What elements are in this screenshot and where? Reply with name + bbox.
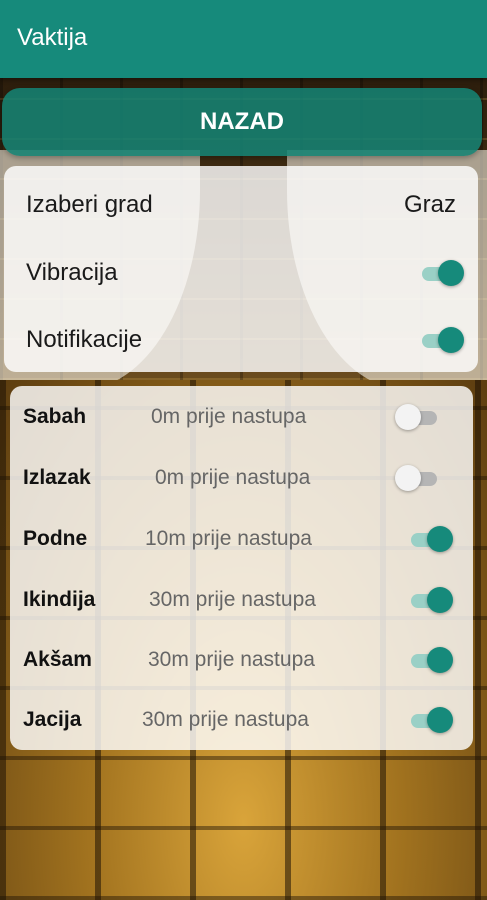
prayer-name: Akšam (23, 648, 92, 671)
prayer-switch-sabah[interactable] (395, 403, 439, 431)
prayer-name: Podne (23, 527, 88, 550)
prayer-name: Sabah (23, 405, 87, 428)
prayer-name: Izlazak (23, 466, 91, 489)
city-label: Izaberi grad (26, 191, 153, 218)
notifications-label: Notifikacije (26, 326, 143, 353)
city-value[interactable]: Graz (404, 191, 456, 219)
vibration-switch[interactable] (420, 259, 464, 287)
app-title: Vaktija (17, 24, 88, 51)
prayer-switch-izlazak[interactable] (395, 464, 439, 492)
prayer-switch-podne[interactable] (409, 525, 453, 553)
prayer-times-card: Sabah 0m prije nastupa Izlazak 0m prije … (10, 386, 473, 750)
prayer-reminder: 30m prije nastupa (142, 708, 309, 731)
prayer-switch-jacija[interactable] (409, 706, 453, 734)
prayer-reminder: 0m prije nastupa (155, 466, 311, 489)
prayer-row-sabah: Sabah 0m prije nastupa (10, 402, 473, 432)
vibration-row: Vibracija (4, 256, 478, 290)
prayer-reminder: 30m prije nastupa (148, 648, 315, 671)
settings-card: Izaberi grad Graz Vibracija Notifikacije (4, 166, 478, 372)
prayer-row-izlazak: Izlazak 0m prije nastupa (10, 463, 473, 493)
notifications-switch[interactable] (420, 326, 464, 354)
prayer-reminder: 0m prije nastupa (151, 405, 307, 428)
prayer-row-ikindija: Ikindija 30m prije nastupa (10, 585, 473, 615)
prayer-row-podne: Podne 10m prije nastupa (10, 524, 473, 554)
city-row[interactable]: Izaberi grad Graz (4, 188, 478, 222)
app-bar: Vaktija (0, 0, 487, 78)
prayer-row-jacija: Jacija 30m prije nastupa (10, 705, 473, 735)
prayer-switch-ikindija[interactable] (409, 586, 453, 614)
prayer-row-aksam: Akšam 30m prije nastupa (10, 645, 473, 675)
prayer-name: Jacija (23, 708, 82, 731)
notifications-row: Notifikacije (4, 323, 478, 357)
prayer-reminder: 30m prije nastupa (149, 588, 316, 611)
vibration-label: Vibracija (26, 259, 118, 286)
back-button[interactable]: NAZAD (2, 88, 482, 156)
prayer-switch-aksam[interactable] (409, 646, 453, 674)
prayer-name: Ikindija (23, 588, 96, 611)
prayer-reminder: 10m prije nastupa (145, 527, 312, 550)
back-button-label: NAZAD (200, 108, 284, 135)
